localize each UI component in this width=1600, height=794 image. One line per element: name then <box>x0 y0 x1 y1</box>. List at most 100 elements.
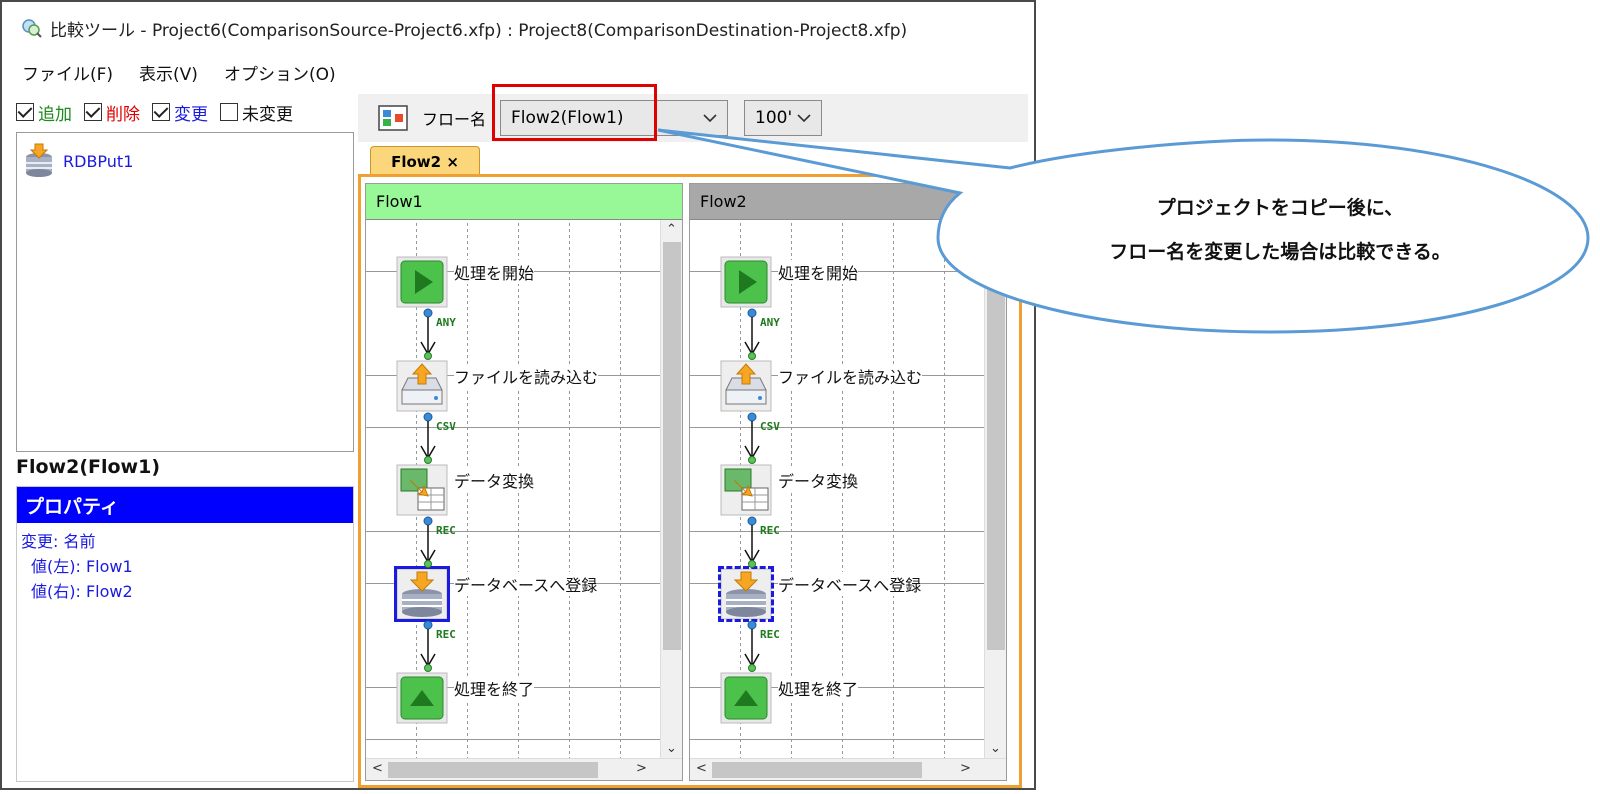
data-convert-icon <box>396 464 448 516</box>
property-panel: プロパティ 変更: 名前 値(左): Flow1 値(右): Flow2 <box>16 486 354 782</box>
flow-link-label: CSV <box>436 420 456 433</box>
horizontal-scrollbar[interactable]: < > <box>366 758 682 780</box>
start-icon <box>720 256 772 308</box>
flow-link <box>418 412 438 468</box>
scroll-down-icon[interactable]: ⌄ <box>990 741 1001 756</box>
zoom-value: 100' <box>755 108 793 128</box>
flow-node[interactable]: ファイルを読み込む <box>720 360 923 412</box>
flow-link-label: REC <box>436 628 456 641</box>
scroll-up-icon[interactable]: ⌃ <box>666 222 677 237</box>
flow-link-label: ANY <box>436 316 456 329</box>
filter-bar: 追加 削除 変更 未変更 <box>16 94 354 130</box>
flow-link <box>418 308 438 364</box>
data-convert-icon <box>720 464 772 516</box>
vertical-scrollbar[interactable]: ⌃ ⌄ <box>984 220 1006 758</box>
flow-link-label: REC <box>760 628 780 641</box>
layout-toggle-icon[interactable] <box>378 105 408 131</box>
filter-changed[interactable]: 変更 <box>152 100 208 125</box>
filter-added-label: 追加 <box>38 104 72 125</box>
flow-node[interactable]: データ変換 <box>396 464 535 516</box>
scroll-thumb[interactable] <box>663 242 681 650</box>
right-flow-pane: Flow2 処理を開始ファイルを読み込む データ変換データベースへ登録処理を終了 A… <box>689 183 1007 781</box>
scroll-left-icon[interactable]: < <box>696 761 707 776</box>
property-line: 値(右): Flow2 <box>31 582 133 601</box>
scroll-thumb[interactable] <box>987 242 1005 650</box>
flow-name-label: フロー名 <box>422 110 487 129</box>
left-panel: 追加 削除 変更 未変更 RDBPut1 Flow2(Flow1) プロパティ … <box>16 94 354 784</box>
flow-node[interactable]: 処理を終了 <box>720 672 859 724</box>
callout-line: プロジェクトをコピー後に、 <box>1156 197 1404 219</box>
flow-node-label: データベースへ登録 <box>454 572 598 596</box>
flow-node-label: データ変換 <box>778 468 859 492</box>
flow-node-label: 処理を終了 <box>454 676 535 700</box>
flow-node[interactable]: データベースへ登録 <box>718 566 922 622</box>
database-put-icon <box>394 566 450 622</box>
property-lines: 変更: 名前 値(左): Flow1 値(右): Flow2 <box>17 523 353 610</box>
file-read-icon <box>720 360 772 412</box>
diagram-area: Flow1 処理を開始 ファイルを読み込む データ変換 データベースへ登録 処理を終了 A… <box>358 174 1022 788</box>
filter-deleted[interactable]: 削除 <box>84 100 140 125</box>
flow-node-label: 処理を開始 <box>778 260 859 284</box>
flow-node-label: データベースへ登録 <box>778 572 922 596</box>
flow-link <box>742 308 762 364</box>
filter-changed-label: 変更 <box>174 104 208 125</box>
flow-link <box>742 412 762 468</box>
title-bar: 比較ツール - Project6(ComparisonSource-Projec… <box>2 2 1034 54</box>
flow-node[interactable]: データ変換 <box>720 464 859 516</box>
scroll-thumb[interactable] <box>712 762 922 778</box>
filter-unchanged[interactable]: 未変更 <box>220 100 293 125</box>
scroll-right-icon[interactable]: > <box>960 761 971 776</box>
end-icon <box>720 672 772 724</box>
filter-added[interactable]: 追加 <box>16 100 72 125</box>
flow-node[interactable]: 処理を開始 <box>396 256 535 308</box>
tab-strip: Flow2 × <box>358 146 1020 176</box>
added-checkbox[interactable] <box>16 103 34 121</box>
zoom-select[interactable]: 100' <box>744 100 823 136</box>
changed-checkbox[interactable] <box>152 103 170 121</box>
unchanged-checkbox[interactable] <box>220 103 238 121</box>
menu-options[interactable]: オプション(O) <box>224 60 336 85</box>
chevron-down-icon <box>797 114 811 123</box>
left-pane-header: Flow1 <box>366 184 682 220</box>
vertical-scrollbar[interactable]: ⌃ ⌄ <box>660 220 682 758</box>
end-icon <box>396 672 448 724</box>
scroll-thumb[interactable] <box>388 762 598 778</box>
scroll-down-icon[interactable]: ⌄ <box>666 741 677 756</box>
property-line: 値(左): Flow1 <box>31 557 133 576</box>
callout-text: プロジェクトをコピー後に、 フロー名を変更した場合は比較できる。 <box>1040 186 1520 274</box>
flow-link <box>742 516 762 572</box>
flow-node-label: データ変換 <box>454 468 535 492</box>
property-line: 変更: 名前 <box>21 532 96 551</box>
highlight-box <box>492 84 657 141</box>
flow-link <box>418 516 438 572</box>
flow-node-label: ファイルを読み込む <box>454 364 599 388</box>
flow-node[interactable]: 処理を開始 <box>720 256 859 308</box>
flow-link-label: ANY <box>760 316 780 329</box>
scroll-right-icon[interactable]: > <box>636 761 647 776</box>
flow-link-label: REC <box>760 524 780 537</box>
filter-deleted-label: 削除 <box>106 104 140 125</box>
tree-item-rdbput1[interactable]: RDBPut1 <box>17 133 353 189</box>
deleted-checkbox[interactable] <box>84 103 102 121</box>
flow-node-label: 処理を開始 <box>454 260 535 284</box>
callout-line: フロー名を変更した場合は比較できる。 <box>1109 241 1451 263</box>
flow-node[interactable]: データベースへ登録 <box>394 566 598 622</box>
tree-item-label: RDBPut1 <box>63 151 134 171</box>
flow-link <box>742 620 762 676</box>
tab-flow2[interactable]: Flow2 × <box>370 146 480 176</box>
flow-node[interactable]: 処理を終了 <box>396 672 535 724</box>
component-tree: RDBPut1 <box>16 132 354 452</box>
database-put-icon <box>26 143 52 177</box>
toolbar: フロー名 Flow2(Flow1) 100' <box>358 94 1028 142</box>
flow-node[interactable]: ファイルを読み込む <box>396 360 599 412</box>
flow-link-label: REC <box>436 524 456 537</box>
scroll-left-icon[interactable]: < <box>372 761 383 776</box>
window-title: 比較ツール - Project6(ComparisonSource-Projec… <box>50 20 908 41</box>
right-pane-header: Flow2 <box>690 184 1006 220</box>
flow-node-label: ファイルを読み込む <box>778 364 923 388</box>
horizontal-scrollbar[interactable]: < > <box>690 758 1006 780</box>
app-icon <box>22 19 42 38</box>
scroll-up-icon[interactable]: ⌃ <box>990 222 1001 237</box>
menu-view[interactable]: 表示(V) <box>139 60 198 85</box>
menu-file[interactable]: ファイル(F) <box>22 60 113 85</box>
